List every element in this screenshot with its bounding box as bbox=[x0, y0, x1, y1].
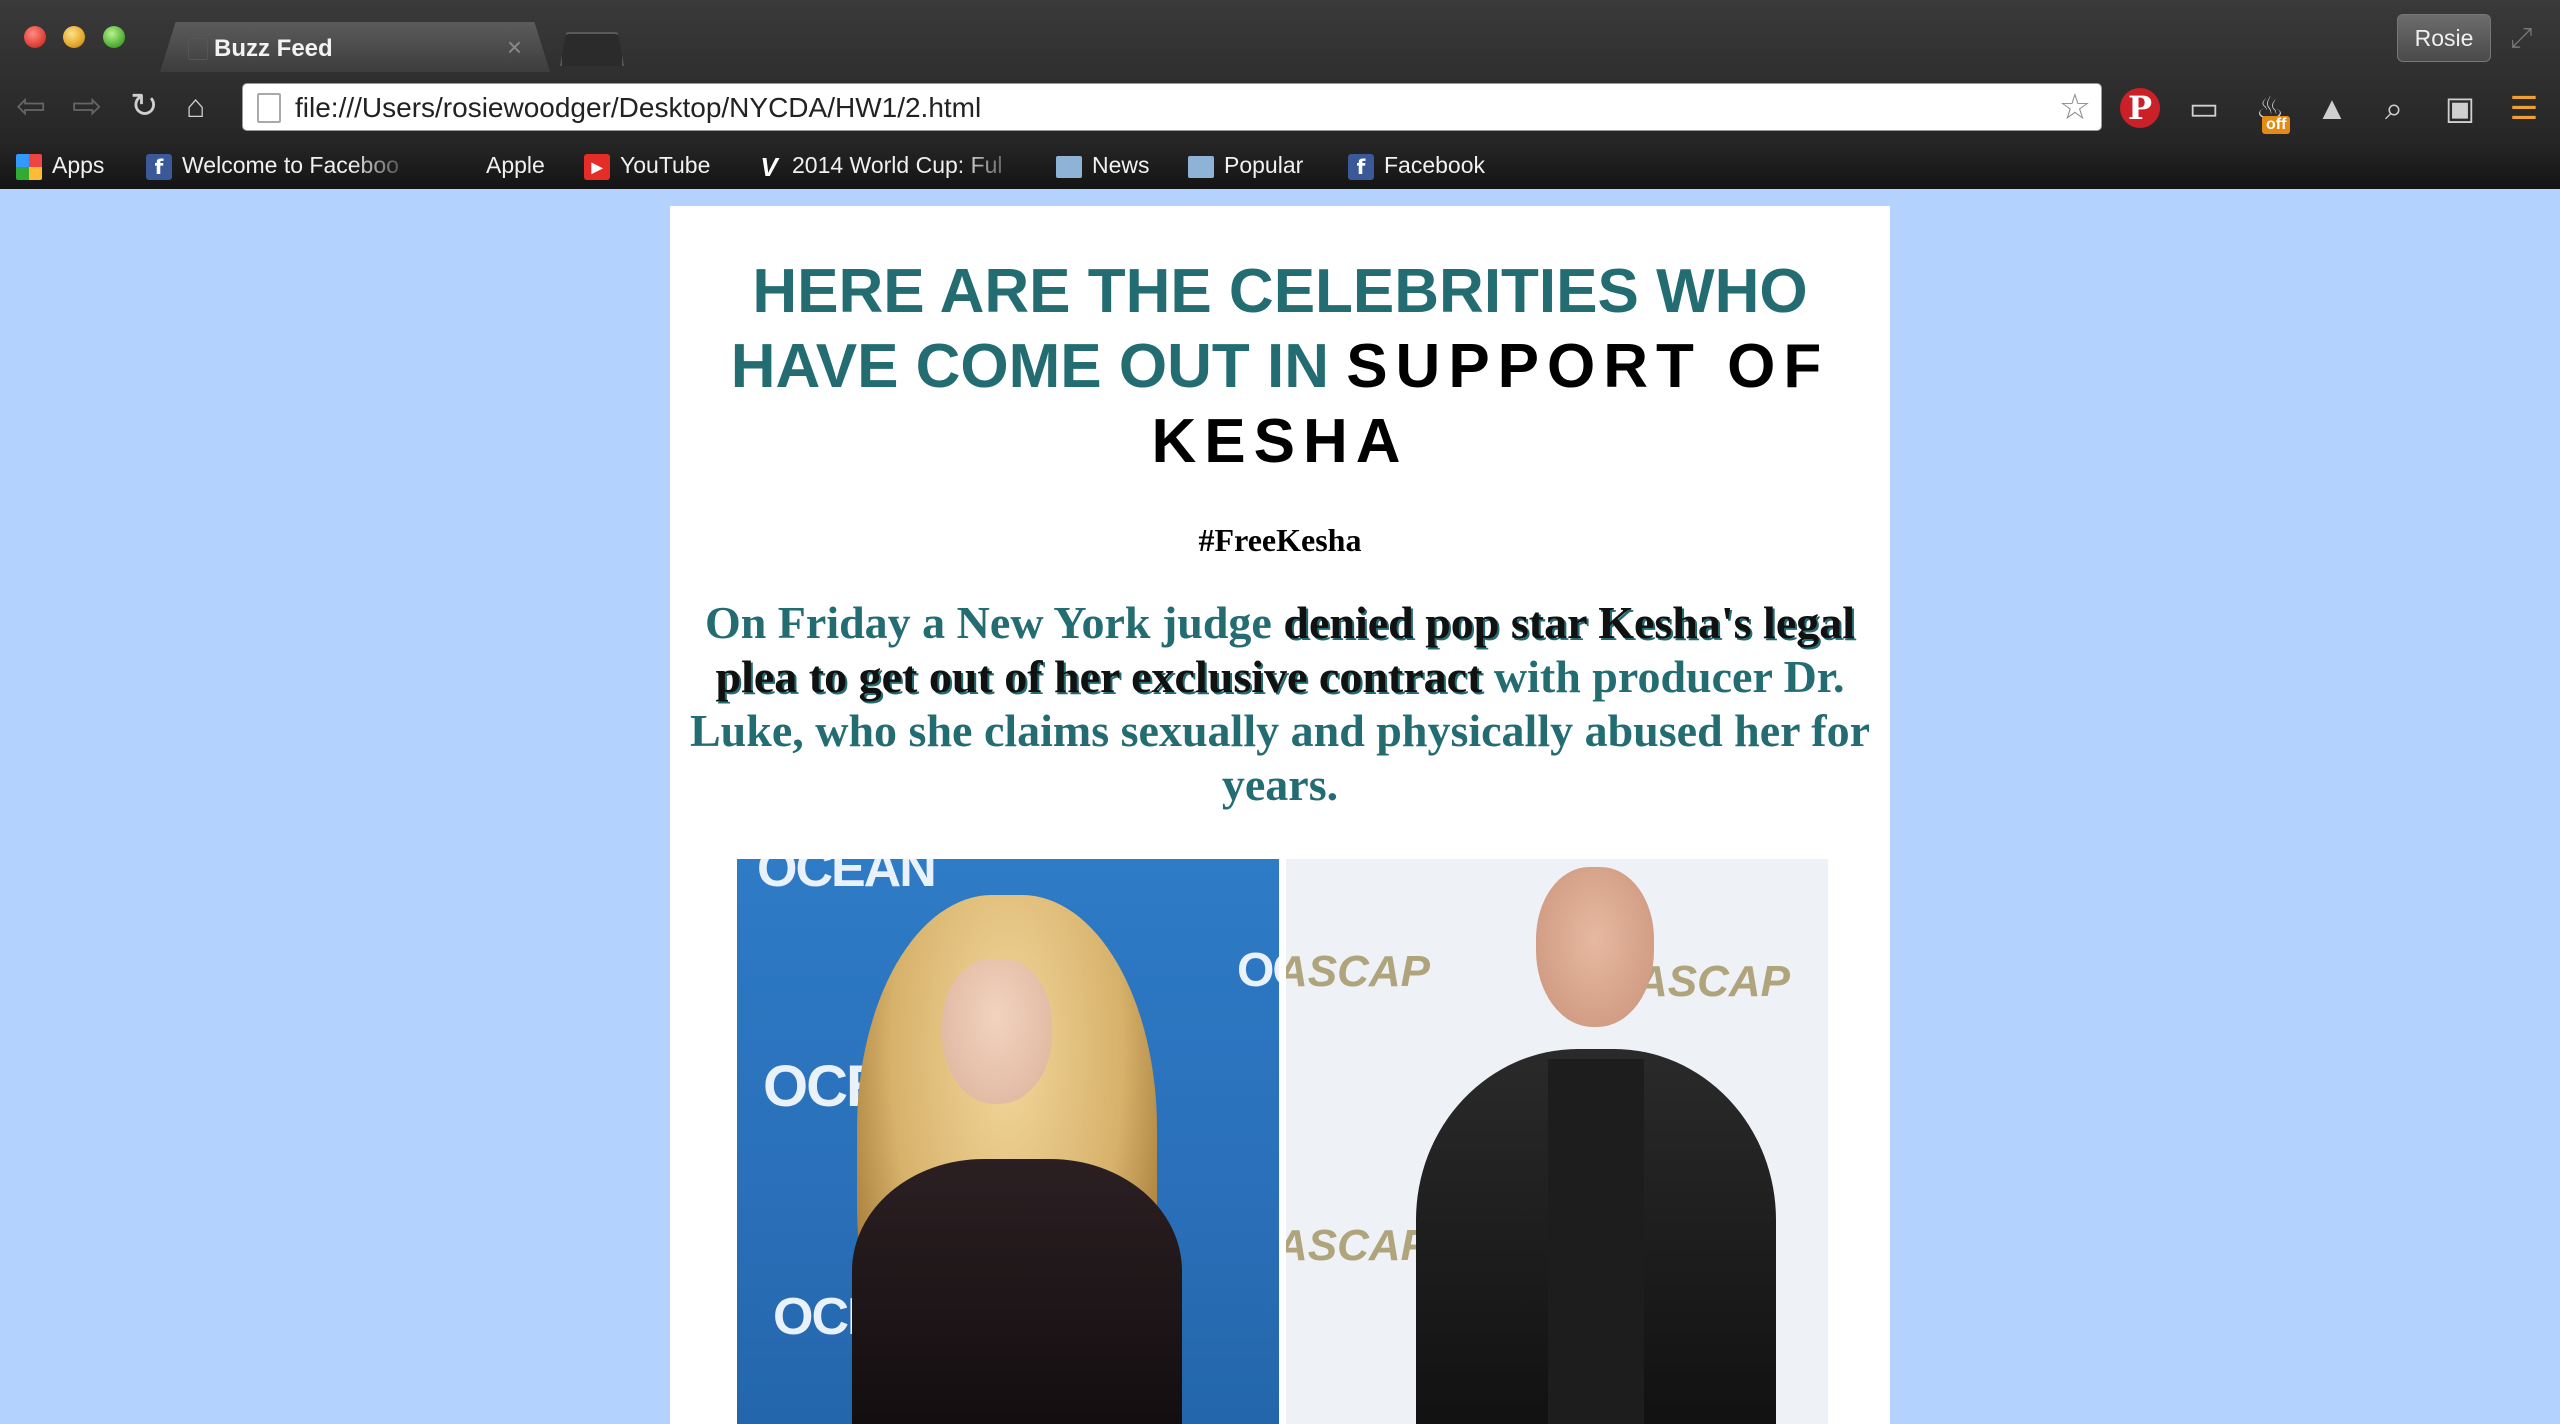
bookmark-welcome-to-facebook[interactable]: f Welcome to Faceboo bbox=[146, 148, 418, 182]
google-drive-icon[interactable]: ▲ bbox=[2312, 88, 2352, 128]
apple-icon bbox=[450, 154, 476, 180]
photo-watermark: ASCAP bbox=[1286, 1221, 1431, 1270]
dr-luke-photo: ASCAP ASCAP ASCAP bbox=[1286, 859, 1828, 1424]
bookmark-folder-popular[interactable]: Popular bbox=[1188, 148, 1303, 182]
screen-capture-icon[interactable]: ▣ bbox=[2440, 88, 2480, 128]
hashtag: #FreeKesha bbox=[1198, 522, 1362, 558]
bookmark-apps[interactable]: Apps bbox=[16, 148, 104, 182]
forward-arrow-icon[interactable]: ⇨ bbox=[72, 86, 102, 126]
extension-off-badge: off bbox=[2262, 116, 2291, 134]
kesha-photo: OCEAN OCEAN OCEAN OCEAN bbox=[737, 859, 1279, 1424]
minimize-window-button[interactable] bbox=[63, 26, 85, 48]
bookmark-world-cup[interactable]: V 2014 World Cup: Ful bbox=[756, 148, 1026, 182]
folder-icon bbox=[1056, 155, 1082, 178]
cast-icon[interactable]: ▭ bbox=[2184, 88, 2224, 128]
bookmark-folder-news[interactable]: News bbox=[1056, 148, 1150, 182]
search-zoom-icon[interactable]: ⌕ bbox=[2374, 88, 2414, 128]
article-headline: HERE ARE THE CELEBRITIES WHO HAVE COME O… bbox=[670, 254, 1890, 479]
tab-buzz-feed[interactable]: Buzz Feed × bbox=[160, 22, 550, 72]
photo-watermark: ASCAP bbox=[1636, 957, 1791, 1006]
facebook-icon: f bbox=[146, 153, 172, 180]
home-icon[interactable]: ⌂ bbox=[186, 86, 205, 126]
article-lede: On Friday a New York judge denied pop st… bbox=[680, 596, 1880, 812]
dress-shape bbox=[852, 1159, 1182, 1424]
photo-watermark: OCEAN bbox=[1237, 944, 1279, 997]
bookmark-star-icon[interactable]: ☆ bbox=[2059, 86, 2091, 128]
reload-icon[interactable]: ↻ bbox=[130, 86, 159, 126]
menu-icon[interactable]: ☰ bbox=[2504, 88, 2544, 128]
back-arrow-icon[interactable]: ⇦ bbox=[16, 86, 46, 126]
face-shape bbox=[942, 959, 1052, 1104]
fullscreen-icon[interactable]: ⤢ bbox=[2510, 22, 2532, 55]
tab-title: Buzz Feed bbox=[214, 35, 333, 62]
profile-button[interactable]: Rosie bbox=[2397, 14, 2491, 62]
photo-watermark: ASCAP bbox=[1286, 947, 1431, 996]
facebook-icon: f bbox=[1348, 153, 1374, 180]
folder-icon bbox=[1188, 155, 1214, 178]
zoom-window-button[interactable] bbox=[103, 26, 125, 48]
bookmark-apple[interactable]: Apple bbox=[450, 148, 545, 182]
url-text[interactable]: file:///Users/rosiewoodger/Desktop/NYCDA… bbox=[295, 92, 981, 124]
face-shape bbox=[1536, 867, 1654, 1027]
browser-chrome: Buzz Feed × Rosie ⤢ ⇦ ⇨ ↻ ⌂ file:///User… bbox=[0, 0, 2560, 189]
bookmark-youtube[interactable]: ▶ YouTube bbox=[584, 148, 710, 182]
page-favicon-icon bbox=[188, 38, 208, 60]
lede-intro: On Friday a New York judge bbox=[704, 597, 1272, 648]
address-bar[interactable]: file:///Users/rosiewoodger/Desktop/NYCDA… bbox=[242, 83, 2102, 131]
apps-grid-icon bbox=[16, 153, 42, 180]
document-icon bbox=[257, 93, 281, 123]
close-window-button[interactable] bbox=[24, 26, 46, 48]
bookmark-facebook[interactable]: f Facebook bbox=[1348, 148, 1485, 182]
shirt-shape bbox=[1548, 1059, 1644, 1424]
article-card: HERE ARE THE CELEBRITIES WHO HAVE COME O… bbox=[670, 206, 1890, 1424]
worldcup-icon: V bbox=[760, 151, 778, 182]
photo-watermark: OCEAN bbox=[757, 859, 937, 898]
title-bar: Buzz Feed × Rosie ⤢ bbox=[0, 0, 2560, 72]
pinterest-icon[interactable]: P bbox=[2120, 88, 2160, 128]
new-tab-button[interactable] bbox=[560, 32, 624, 66]
tab-close-icon[interactable]: × bbox=[507, 32, 522, 63]
youtube-icon: ▶ bbox=[584, 153, 610, 180]
bookmarks-bar: Apps f Welcome to Faceboo Apple ▶ YouTube … bbox=[0, 142, 2560, 189]
